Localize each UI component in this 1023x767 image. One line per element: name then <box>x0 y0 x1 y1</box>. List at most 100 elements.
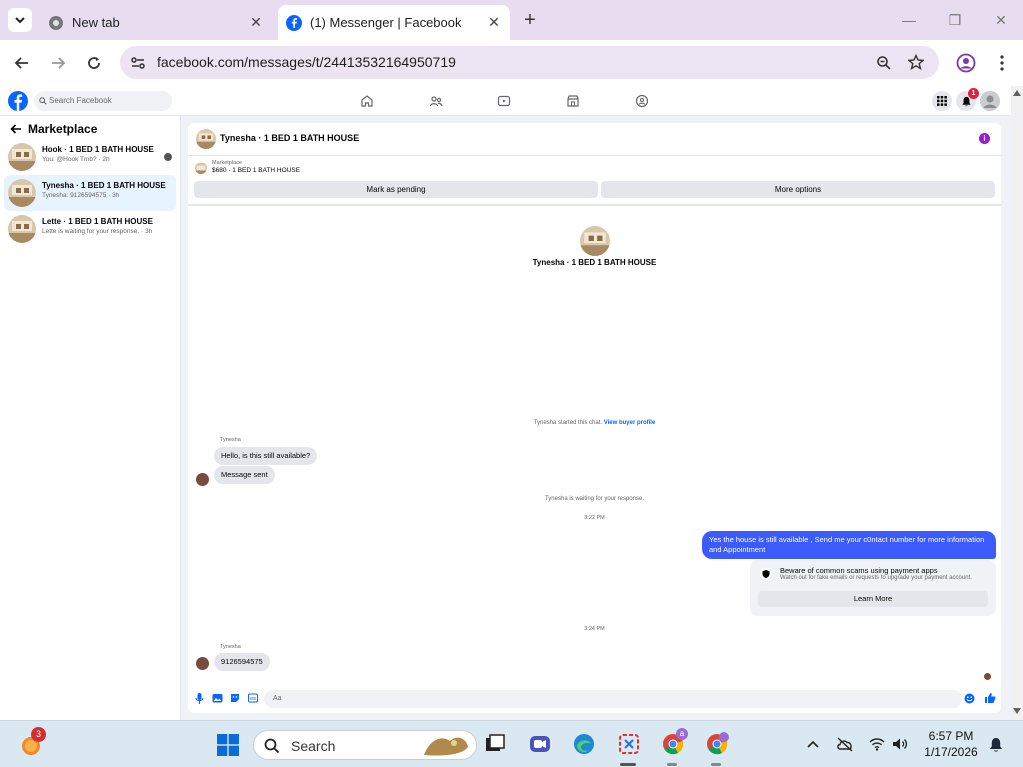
notifications-button[interactable]: 1 <box>956 88 979 111</box>
info-icon[interactable]: i <box>979 133 990 144</box>
chat-panel: Tynesha · 1 BED 1 BATH HOUSE i Marketpla… <box>188 123 1001 713</box>
view-buyer-profile-link[interactable]: View buyer profile <box>604 420 656 426</box>
photo-icon[interactable] <box>212 693 223 703</box>
zoom-icon[interactable] <box>876 55 892 71</box>
more-vert-icon[interactable] <box>995 54 1009 72</box>
snipping-tool-icon[interactable] <box>617 732 641 756</box>
conversation-item-lette[interactable]: Lette · 1 BED 1 BATH HOUSE Lette is wait… <box>4 211 176 247</box>
sender-label: Tynesha <box>220 644 241 650</box>
thumbs-up-icon[interactable] <box>984 692 996 704</box>
clock-date[interactable]: 1/17/2026 <box>916 745 986 759</box>
conversation-snippet: Tynesha: 9126594575 · 3h <box>42 192 120 199</box>
weather-widget[interactable]: 3 <box>20 727 46 757</box>
site-settings-icon[interactable] <box>130 55 146 71</box>
search-icon <box>39 97 47 105</box>
chat-started-note: Tynesha started this chat. View buyer pr… <box>188 420 1001 426</box>
gif-icon[interactable] <box>248 693 258 703</box>
avatar[interactable] <box>196 129 216 149</box>
back-button[interactable] <box>10 51 34 75</box>
cloud-off-icon[interactable] <box>836 736 854 752</box>
tab-new-tab[interactable]: New tab ✕ <box>40 5 272 40</box>
timestamp: 3:24 PM <box>584 626 605 632</box>
conversation-item-hook[interactable]: Hook · 1 BED 1 BATH HOUSE You: @Hook Tmb… <box>4 139 176 175</box>
edge-icon[interactable] <box>572 732 596 756</box>
more-options-button[interactable]: More options <box>601 181 995 198</box>
friends-icon[interactable] <box>429 94 443 108</box>
chevron-up-icon[interactable] <box>806 739 820 749</box>
composer-bar: Aa <box>188 688 1001 713</box>
outgoing-message[interactable]: Yes the house is still available , Send … <box>702 531 996 559</box>
running-indicator <box>667 763 677 766</box>
facebook-logo-icon[interactable] <box>8 91 28 111</box>
listing-label: Marketplace <box>212 160 242 166</box>
page-scrollbar[interactable] <box>1011 86 1023 720</box>
conversation-snippet: You: @Hook Tmb? · 2h <box>42 156 110 163</box>
close-icon[interactable]: ✕ <box>248 14 264 30</box>
account-button[interactable] <box>980 91 1000 111</box>
minimize-button[interactable]: — <box>897 8 921 32</box>
sender-avatar[interactable] <box>196 473 209 486</box>
profile-avatar[interactable] <box>580 226 610 256</box>
chrome-profile-icon[interactable] <box>705 732 729 756</box>
close-icon[interactable]: ✕ <box>486 14 502 30</box>
conversation-snippet: Lette is waiting for your response. · 3h <box>42 228 153 235</box>
restore-button[interactable]: ❐ <box>943 8 967 32</box>
profile-icon[interactable] <box>956 53 976 73</box>
reload-button[interactable] <box>82 51 106 75</box>
taskbar-search-label: Search <box>291 738 336 754</box>
video-icon[interactable] <box>497 94 511 108</box>
tab-messenger[interactable]: (1) Messenger | Facebook ✕ <box>278 5 510 40</box>
incoming-message[interactable]: 9126594575 <box>214 653 270 671</box>
back-arrow-icon[interactable] <box>10 124 22 134</box>
conversation-sidebar: Marketplace Hook · 1 BED 1 BATH HOUSE Yo… <box>0 116 181 720</box>
waiting-note: Tynesha is waiting for your response. <box>544 496 645 502</box>
forward-button[interactable] <box>46 51 70 75</box>
notification-badge: 1 <box>968 88 979 99</box>
tab-search-button[interactable] <box>8 8 32 32</box>
clock-time[interactable]: 6:57 PM <box>916 729 986 743</box>
taskbar-search[interactable]: Search <box>253 730 477 760</box>
marketplace-icon[interactable] <box>566 94 580 108</box>
listing-bar: Marketplace $680 · 1 BED 1 BATH HOUSE Ma… <box>188 156 1001 206</box>
listing-thumbnail[interactable] <box>195 162 207 174</box>
chat-title[interactable]: Tynesha · 1 BED 1 BATH HOUSE <box>220 133 359 143</box>
task-view-icon[interactable] <box>483 732 507 756</box>
scroll-down-icon[interactable] <box>1013 708 1021 714</box>
shield-icon <box>760 568 772 580</box>
chrome-icon <box>49 15 63 30</box>
conversation-title: Lette · 1 BED 1 BATH HOUSE <box>42 217 153 226</box>
url-text: facebook.com/messages/t/2441353216495071… <box>157 54 456 70</box>
groups-icon[interactable] <box>635 94 649 108</box>
conversation-title: Hook · 1 BED 1 BATH HOUSE <box>42 145 154 154</box>
sender-avatar[interactable] <box>196 657 209 670</box>
microphone-icon[interactable] <box>195 693 204 704</box>
mark-pending-button[interactable]: Mark as pending <box>194 181 598 198</box>
search-placeholder: Search Facebook <box>49 96 112 105</box>
message-input[interactable]: Aa <box>264 690 962 708</box>
home-icon[interactable] <box>360 94 374 108</box>
wifi-icon[interactable] <box>869 737 885 751</box>
new-tab-button[interactable]: + <box>519 10 541 30</box>
facebook-search-input[interactable]: Search Facebook <box>34 91 172 111</box>
menu-button[interactable] <box>932 91 952 111</box>
listing-info[interactable]: $680 · 1 BED 1 BATH HOUSE <box>212 167 300 174</box>
meet-icon[interactable] <box>528 732 552 756</box>
sticker-icon[interactable] <box>230 693 240 703</box>
window-close-button[interactable]: ✕ <box>989 8 1013 32</box>
browser-tab-strip: New tab ✕ (1) Messenger | Facebook ✕ + —… <box>0 0 1023 40</box>
incoming-message[interactable]: Message sent <box>214 466 275 484</box>
tab-title: New tab <box>72 15 120 30</box>
volume-icon[interactable] <box>892 737 908 751</box>
facebook-icon <box>286 14 302 31</box>
learn-more-button[interactable]: Learn More <box>758 591 988 607</box>
conversation-title: Tynesha · 1 BED 1 BATH HOUSE <box>42 181 166 190</box>
conversation-item-tynesha[interactable]: Tynesha · 1 BED 1 BATH HOUSE Tynesha: 91… <box>4 175 176 211</box>
address-bar[interactable]: facebook.com/messages/t/2441353216495071… <box>120 46 939 79</box>
notification-bell-icon[interactable] <box>989 737 1003 753</box>
emoji-icon[interactable] <box>964 693 975 704</box>
incoming-message[interactable]: Hello, is this still available? <box>214 447 318 465</box>
star-icon[interactable] <box>908 54 924 70</box>
scroll-up-icon[interactable] <box>1013 90 1021 96</box>
windows-start-icon[interactable] <box>217 734 239 756</box>
timestamp: 3:22 PM <box>584 515 605 521</box>
